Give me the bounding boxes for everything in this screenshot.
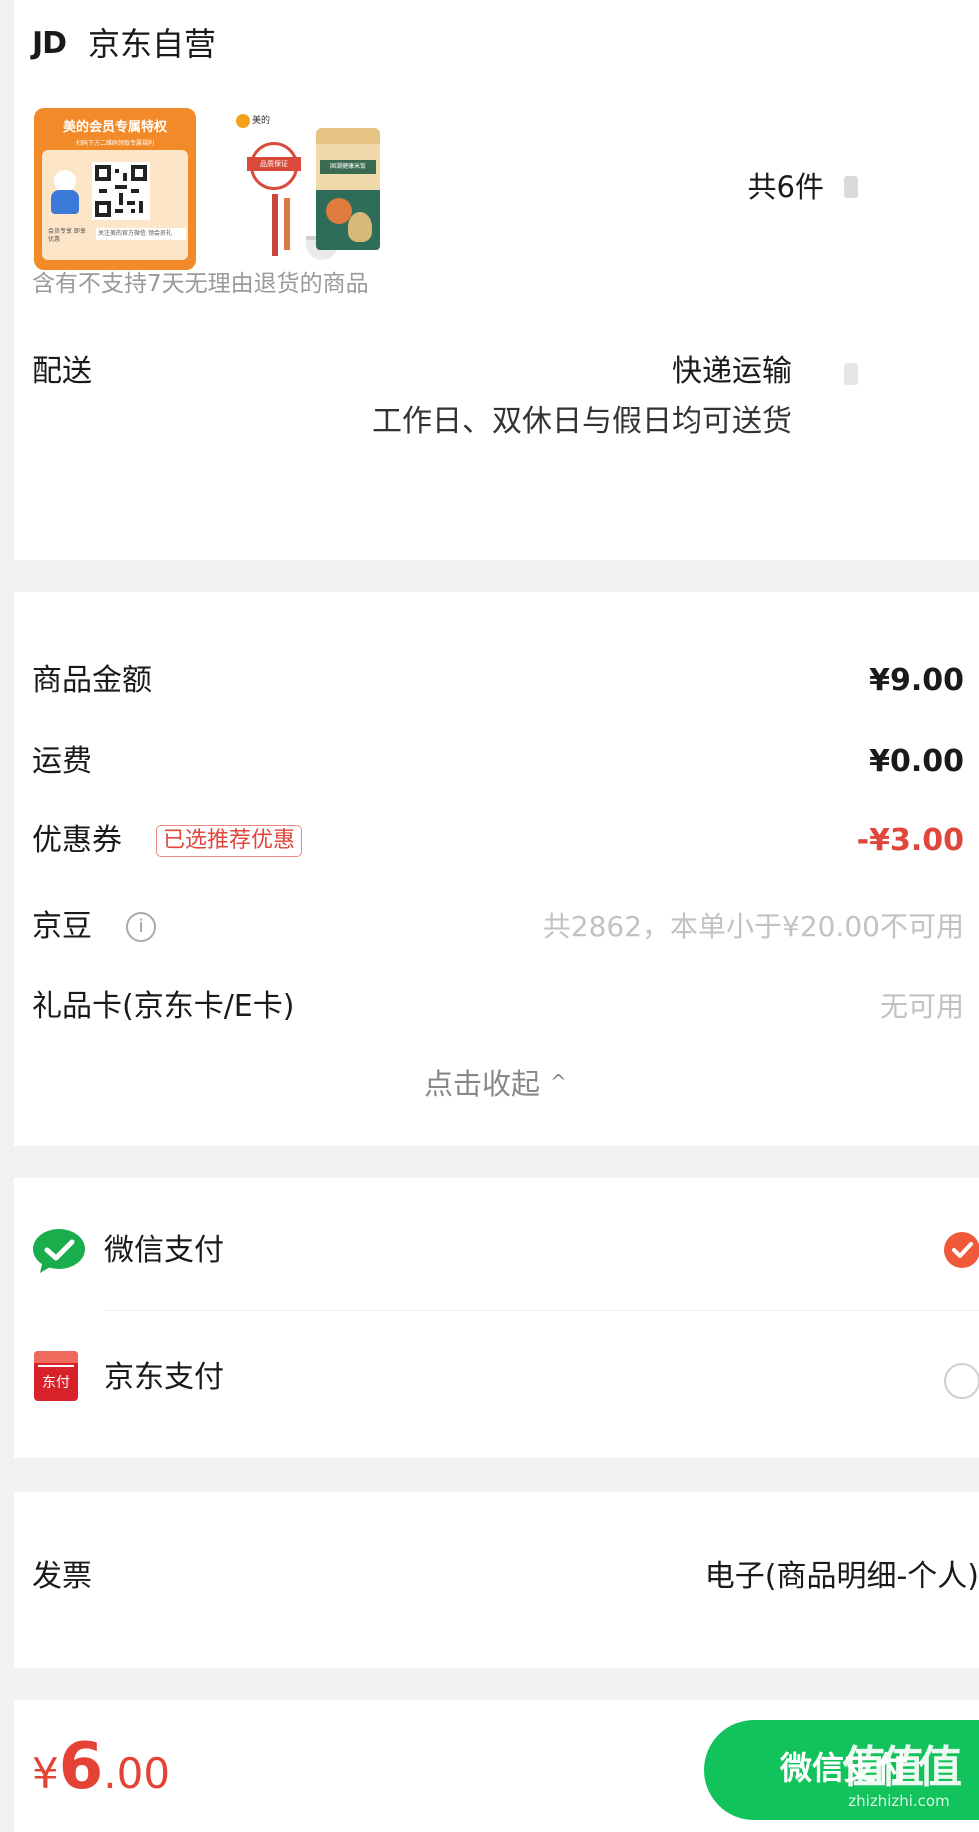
rice-bag-icon: 国潮健康米饭 <box>316 128 380 250</box>
currency-symbol: ¥ <box>32 1749 59 1798</box>
product-thumbnail[interactable]: 美的 品质保证 国潮健康米饭 <box>228 108 390 270</box>
chevron-up-icon: ^ <box>550 1070 567 1094</box>
chevron-right-icon[interactable] <box>844 176 858 198</box>
store-name[interactable]: 京东自营 <box>88 24 216 64</box>
coupon-value[interactable]: -¥3.00 <box>614 822 964 860</box>
total-amount-dec: .00 <box>103 1749 171 1798</box>
giftcard-value: 无可用 <box>879 990 964 1023</box>
footer-bar: ¥6.00 微信支付 值值值 zhizhizhi.com <box>14 1700 979 1832</box>
jingdou-label: 京豆 <box>32 909 92 944</box>
jd-pay-radio-unchecked[interactable] <box>944 1363 979 1399</box>
jingdou-value: 共2862，本单小于¥20.00不可用 <box>542 910 964 943</box>
wechat-pay-radio-checked[interactable] <box>944 1232 979 1268</box>
thumb-note-left: 会员专享 即享优惠 <box>48 228 86 243</box>
delivery-schedule: 工作日、双休日与假日均可送货 <box>372 404 792 439</box>
thumb-banner: 美的会员专属特权 <box>62 120 167 135</box>
payment-option-wechat[interactable]: 微信支付 <box>14 1178 979 1310</box>
giftcard-label: 礼品卡(京东卡/E卡) <box>32 989 295 1024</box>
qr-code-icon <box>92 162 150 220</box>
price-card: 商品金额 ¥9.00 运费 ¥0.00 优惠券 已选推荐优惠 -¥3.00 京豆… <box>14 592 979 1146</box>
invoice-card[interactable]: 发票 电子(商品明细-个人) <box>14 1492 979 1668</box>
coupon-label: 优惠券 <box>32 823 122 858</box>
vertical-tag <box>284 198 290 250</box>
product-count[interactable]: 共6件 <box>734 168 824 206</box>
wechat-pay-label: 微信支付 <box>104 1233 224 1268</box>
thumb-subline: 扫码下方二维码领取专属福利 <box>75 140 154 147</box>
coupon-recommend-tag[interactable]: 已选推荐优惠 <box>156 825 303 857</box>
goods-amount-label: 商品金额 <box>32 663 152 698</box>
total-price: ¥6.00 <box>32 1730 170 1810</box>
badge-text: 美的 <box>252 116 271 126</box>
shipping-label: 运费 <box>32 744 92 779</box>
product-thumbnail[interactable]: 美的会员专属特权 扫码下方二维码领取专属福利 会员专享 即享优惠 关注美的官方微… <box>34 108 196 270</box>
jd-pay-label: 京东支付 <box>104 1360 224 1395</box>
payment-option-jdpay[interactable]: 东付 京东支付 <box>14 1311 979 1451</box>
thumb-note-right: 关注美的官方微信 领会员礼 <box>96 228 186 240</box>
total-amount-int: 6 <box>58 1730 104 1804</box>
mascot-icon <box>50 170 80 214</box>
invoice-label: 发票 <box>32 1559 92 1594</box>
thumb-inner-panel: 会员专享 即享优惠 关注美的官方微信 领会员礼 <box>42 150 188 260</box>
shipping-value: ¥0.00 <box>869 744 964 779</box>
quality-seal-icon: 品质保证 <box>247 142 301 190</box>
delivery-method[interactable]: 快递运输 <box>394 353 792 391</box>
store-card: JD 京东自营 美的会员专属特权 扫码下方二维码领取专属福利 会员专享 即享优惠… <box>14 0 979 560</box>
watermark-logo: 值值值 zhizhizhi.com <box>842 1742 962 1811</box>
jd-logo: JD <box>32 26 67 61</box>
vertical-tag <box>272 194 278 256</box>
return-notice: 含有不支持7天无理由退货的商品 <box>32 271 369 297</box>
chevron-right-icon[interactable] <box>844 363 858 385</box>
collapse-label: 点击收起 <box>424 1067 541 1101</box>
midea-badge-icon <box>236 114 250 128</box>
payment-card: 微信支付 东付 京东支付 <box>14 1178 979 1458</box>
info-icon[interactable]: i <box>126 912 156 942</box>
invoice-value: 电子(商品明细-个人) <box>704 1559 979 1594</box>
goods-amount-value: ¥9.00 <box>869 663 964 698</box>
wechat-pay-icon <box>32 1228 86 1274</box>
jd-pay-icon: 东付 <box>34 1351 78 1401</box>
delivery-label: 配送 <box>32 354 92 389</box>
collapse-toggle[interactable]: 点击收起 ^ <box>424 1062 567 1102</box>
